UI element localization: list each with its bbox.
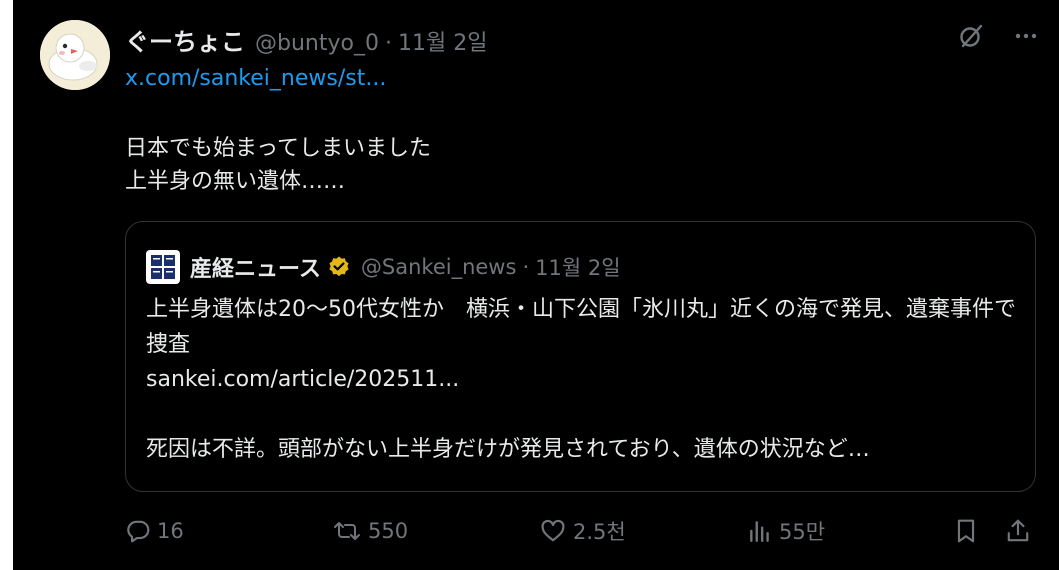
share-button[interactable]: [1005, 512, 1031, 550]
more-icon: [1015, 33, 1037, 39]
avatar[interactable]: [40, 20, 110, 90]
quoted-link[interactable]: sankei.com/article/202511...: [146, 362, 1016, 397]
post-link[interactable]: x.com/sankei_news/st...: [125, 66, 386, 91]
post[interactable]: ぐーちょこ @buntyo_0 · 11월 2일 x.com/sankei_ne…: [13, 0, 1059, 570]
repost-button[interactable]: 550: [332, 512, 408, 550]
post-date[interactable]: 11월 2일: [398, 25, 487, 57]
quoted-text: 上半身遺体は20〜50代女性か 横浜・山下公園「氷川丸」近くの海で発見、遺棄事件…: [146, 297, 1016, 357]
reply-icon: [127, 520, 150, 543]
quoted-excerpt: 死因は不詳。頭部がない上半身だけが発見されており、遺体の状況など…: [146, 437, 870, 462]
avatar-bird-image: [40, 20, 110, 90]
quoted-avatar[interactable]: [146, 250, 180, 284]
quoted-body: 上半身遺体は20〜50代女性か 横浜・山下公園「氷川丸」近くの海で発見、遺棄事件…: [146, 292, 1016, 467]
quoted-separator-dot: ·: [522, 255, 530, 279]
repost-icon: [334, 522, 360, 540]
views-count: 55만: [779, 520, 826, 544]
author-display-name[interactable]: ぐーちょこ: [125, 22, 245, 57]
author-handle[interactable]: @buntyo_0: [255, 31, 379, 56]
repost-count: 550: [368, 519, 409, 543]
quoted-date[interactable]: 11월 2일: [535, 252, 620, 282]
like-button[interactable]: 2.5천: [539, 512, 626, 550]
verified-badge-icon: [327, 255, 351, 279]
quoted-spacer: [146, 397, 1016, 432]
bookmark-button[interactable]: [953, 512, 979, 550]
quoted-post[interactable]: 産経ニュース @Sankei_news · 11월 2일 上半身遺体は20〜50…: [125, 221, 1036, 492]
quoted-post-header: 産経ニュース @Sankei_news · 11월 2일: [146, 250, 621, 284]
heart-icon: [541, 519, 565, 542]
quoted-display-name[interactable]: 産経ニュース: [190, 251, 321, 283]
post-header: ぐーちょこ @buntyo_0 · 11월 2일: [125, 22, 487, 56]
reply-button[interactable]: 16: [125, 512, 184, 550]
bookmark-icon: [957, 519, 975, 543]
sankei-logo-icon: [149, 253, 177, 281]
like-count: 2.5천: [573, 520, 626, 544]
quoted-handle[interactable]: @Sankei_news: [361, 255, 517, 279]
views-icon: [750, 521, 769, 542]
more-button[interactable]: [1013, 23, 1039, 49]
reply-count: 16: [157, 519, 184, 543]
action-bar: 16 550 2.5천 55만: [125, 512, 1045, 550]
views-button[interactable]: 55만: [747, 512, 825, 550]
share-icon: [1007, 519, 1029, 542]
grok-button[interactable]: [957, 22, 985, 50]
top-actions: [957, 22, 1039, 50]
post-text: 日本でも始まってしまいました 上半身の無い遺体……: [125, 136, 432, 194]
slashed-circle-icon: [960, 24, 983, 48]
separator-dot: ·: [384, 31, 392, 56]
